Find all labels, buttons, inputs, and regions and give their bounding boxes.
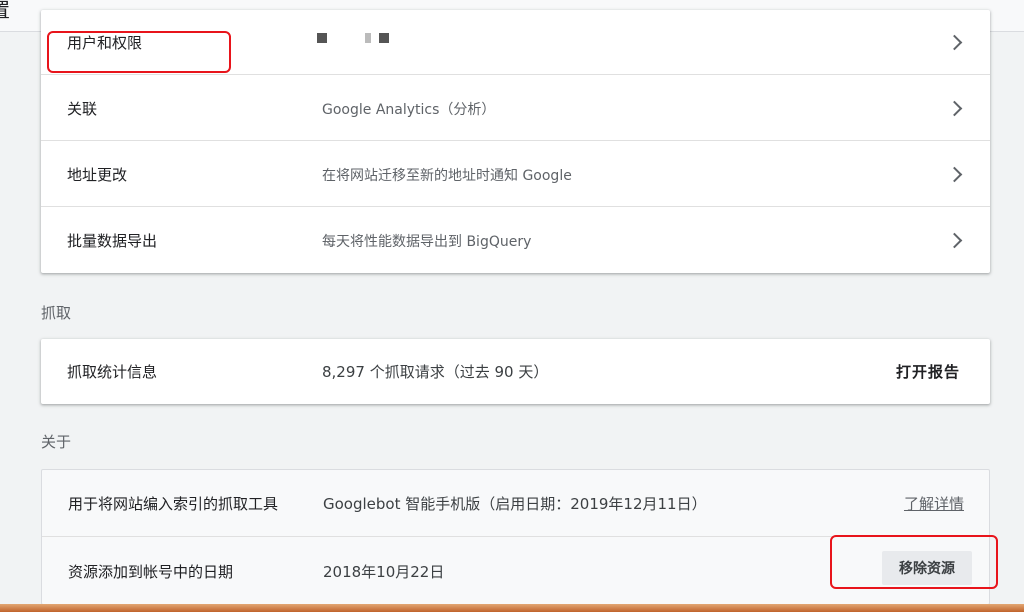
learn-more-link[interactable]: 了解详情 xyxy=(904,493,964,514)
annotation-box-remove-property xyxy=(830,535,998,589)
section-title-crawl: 抓取 xyxy=(41,304,72,322)
settings-row-desc: 在将网站迁移至新的地址时通知 Google xyxy=(322,168,572,184)
about-row-desc: Googlebot 智能手机版（启用日期：2019年12月11日） xyxy=(323,495,707,513)
settings-row-associations[interactable]: 关联 Google Analytics（分析） xyxy=(41,74,990,141)
settings-row-label: 批量数据导出 xyxy=(67,232,158,250)
settings-row-label: 关联 xyxy=(67,100,98,118)
crawl-stats-desc: 8,297 个抓取请求（过去 90 天） xyxy=(322,363,549,381)
window-bottom-edge xyxy=(0,604,1024,612)
about-row-label: 资源添加到帐号中的日期 xyxy=(68,563,234,581)
settings-row-change-of-address[interactable]: 地址更改 在将网站迁移至新的地址时通知 Google xyxy=(41,140,990,207)
crawl-card: 抓取统计信息 8,297 个抓取请求（过去 90 天） 打开报告 xyxy=(41,339,990,404)
settings-row-label: 地址更改 xyxy=(67,166,128,184)
settings-row-desc: Google Analytics（分析） xyxy=(322,102,496,118)
chevron-right-icon xyxy=(946,232,963,249)
chevron-right-icon xyxy=(946,34,963,51)
about-row-label: 用于将网站编入索引的抓取工具 xyxy=(68,495,279,513)
page-title-fragment: 置 xyxy=(0,0,10,23)
chevron-right-icon xyxy=(946,166,963,183)
annotation-box-users-permissions xyxy=(47,31,231,73)
settings-row-desc: 每天将性能数据导出到 BigQuery xyxy=(322,234,532,250)
redacted-owner-text xyxy=(317,33,437,49)
section-title-about: 关于 xyxy=(41,433,72,451)
crawl-stats-label: 抓取统计信息 xyxy=(67,363,158,381)
open-report-link[interactable]: 打开报告 xyxy=(896,361,960,382)
settings-row-bulk-export[interactable]: 批量数据导出 每天将性能数据导出到 BigQuery xyxy=(41,206,990,274)
about-row-desc: 2018年10月22日 xyxy=(323,563,445,581)
about-row-crawler: 用于将网站编入索引的抓取工具 Googlebot 智能手机版（启用日期：2019… xyxy=(42,470,989,536)
chevron-right-icon xyxy=(946,100,963,117)
